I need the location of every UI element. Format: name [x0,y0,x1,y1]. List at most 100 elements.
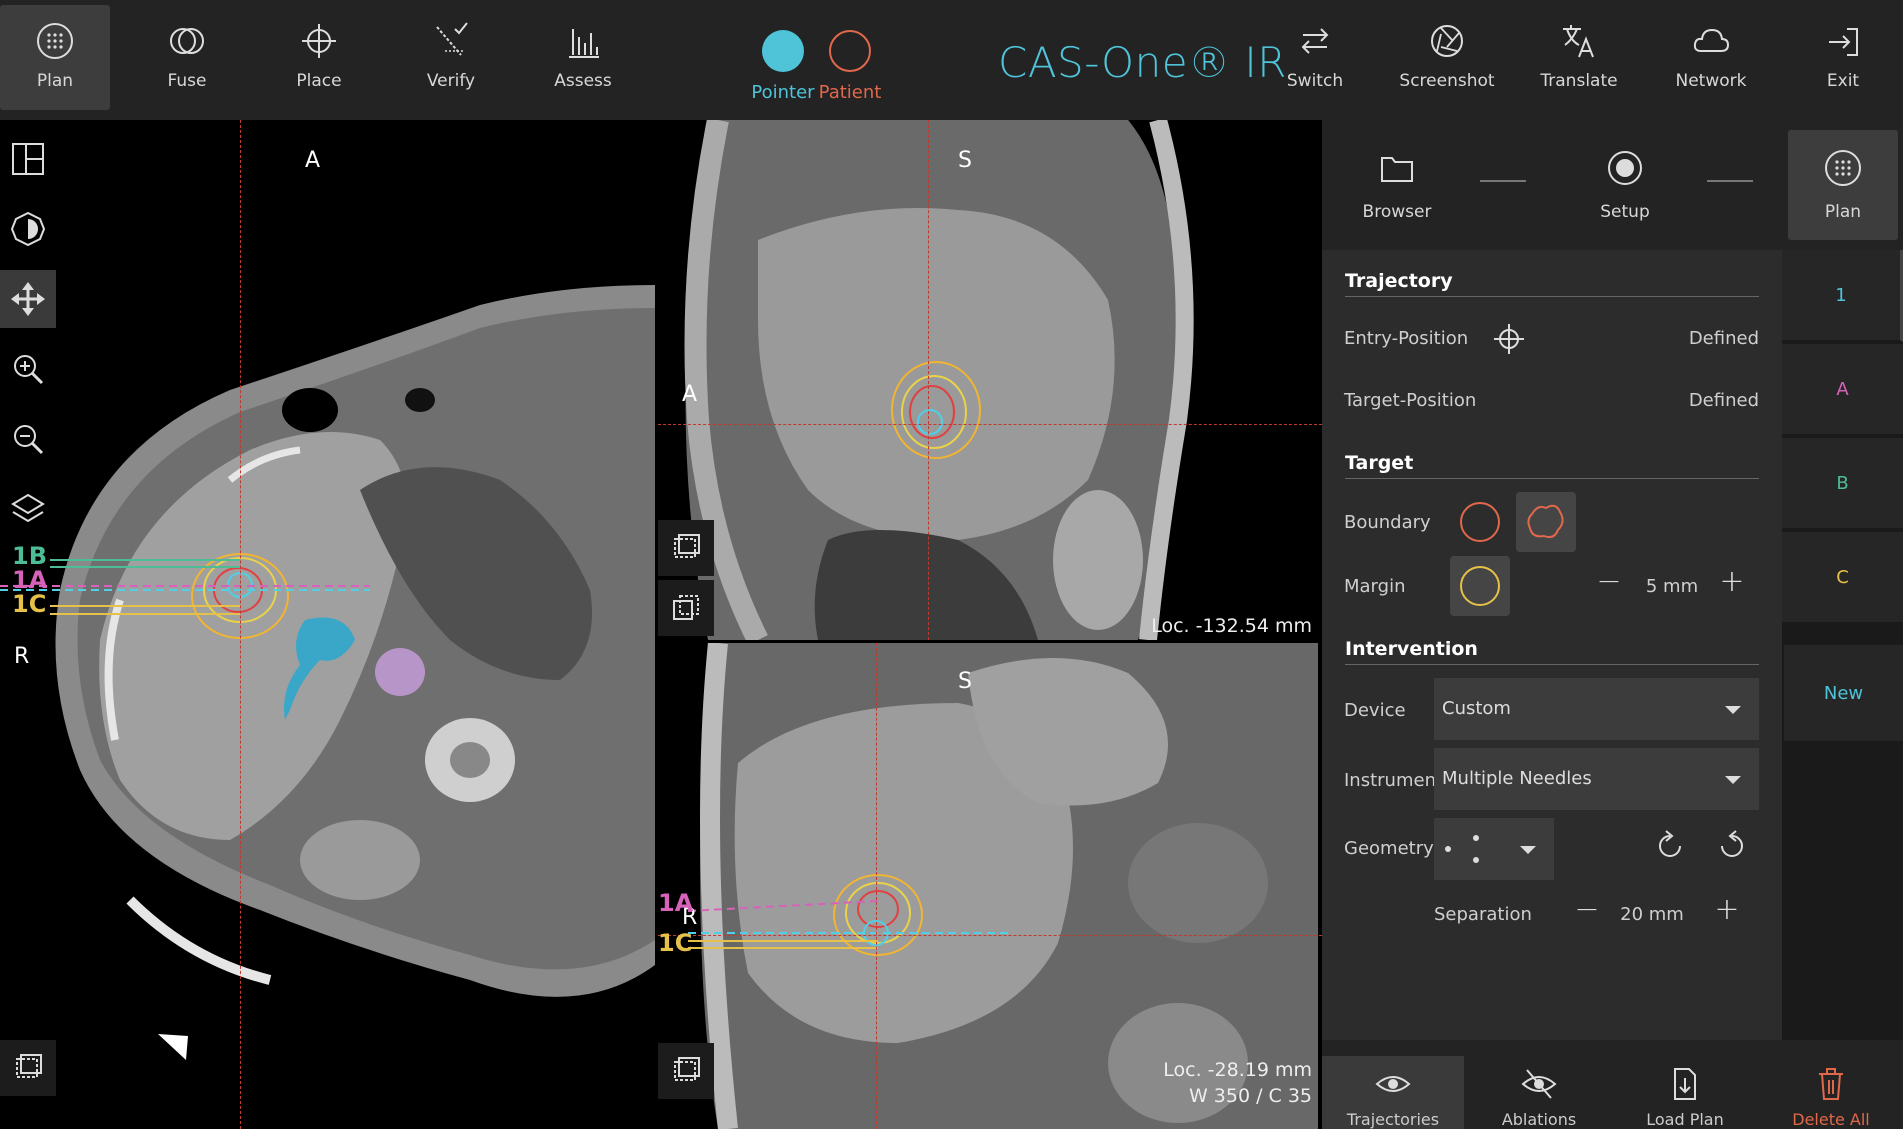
patient-status-ring [829,30,871,72]
pointer-status-dot [762,30,804,72]
toolbar-translate-button[interactable]: Translate [1524,5,1634,110]
eye-off-icon [1521,1069,1557,1099]
geometry-select[interactable] [1434,818,1554,880]
left-tool-strip [0,130,58,550]
fit-view-icon [674,1057,700,1081]
separation-decrease-button[interactable]: − [1572,892,1602,927]
sagittal-sync-button[interactable] [658,580,714,636]
pointer-status[interactable]: Pointer [748,30,818,103]
toolbar-assess-button[interactable]: Assess [528,5,638,110]
coronal-orientation-top: S [958,669,972,694]
target-position-value: Defined [1688,390,1759,411]
toolbar-network-button[interactable]: Network [1656,5,1766,110]
plan-icon [1825,150,1861,186]
folder-icon [1381,157,1413,182]
layers-button[interactable] [0,480,56,538]
axial-viewport[interactable]: A R 1B 1A 1C [0,120,655,1129]
rotate-cw-button[interactable] [1652,828,1688,864]
zoom-in-button[interactable] [0,340,56,398]
zoom-in-icon [14,355,44,385]
wizard-plan-button[interactable]: Plan [1788,130,1898,240]
axial-orientation-top: A [305,148,321,173]
toolbar-fuse-label: Fuse [167,71,207,91]
wizard-setup-button[interactable]: Setup [1570,130,1680,240]
toolbar-plan-label: Plan [36,71,74,91]
margin-decrease-button[interactable]: − [1594,564,1624,599]
sagittal-crosshair-horizontal [658,424,1322,425]
trajectories-toggle-button[interactable]: Trajectories [1322,1056,1464,1129]
toolbar-verify-button[interactable]: Verify [396,5,506,110]
zoom-out-button[interactable] [0,410,56,468]
ablations-label: Ablations [1501,1110,1577,1129]
trajectory-item-label: B [1836,472,1849,494]
device-select-value: Custom [1442,698,1511,719]
boundary-label: Boundary [1344,512,1431,533]
coronal-location: Loc. -28.19 mm [1163,1059,1312,1081]
device-select[interactable]: Custom [1434,678,1759,740]
toolbar-verify-label: Verify [426,71,476,91]
toolbar-fuse-button[interactable]: Fuse [132,5,242,110]
cloud-icon [1693,28,1730,52]
boundary-sphere-button[interactable] [1450,492,1510,552]
sagittal-crosshair-vertical [928,120,929,640]
toolbar-plan-button[interactable]: Plan [0,5,110,110]
trajectory-item-1[interactable]: 1 [1782,250,1903,342]
ablations-toggle-button[interactable]: Ablations [1468,1056,1610,1129]
load-plan-icon [1674,1068,1696,1100]
margin-sphere-button[interactable] [1450,556,1510,616]
coronal-window-level: W 350 / C 35 [1188,1085,1312,1107]
crosshair-icon [302,24,336,58]
new-trajectory-button[interactable]: New [1784,645,1903,741]
boundary-segmentation-button[interactable] [1516,492,1576,552]
coronal-crosshair-vertical [876,643,877,1129]
toolbar-place-button[interactable]: Place [264,5,374,110]
load-plan-button[interactable]: Load Plan [1614,1056,1756,1129]
target-position-label: Target-Position [1344,390,1477,411]
window-level-button[interactable] [0,200,56,258]
rotate-ccw-button[interactable] [1714,828,1750,864]
toolbar-network-label: Network [1675,71,1747,91]
wizard-setup-label: Setup [1600,202,1650,222]
pan-button[interactable] [0,270,56,328]
wizard-browser-button[interactable]: Browser [1342,130,1452,240]
toolbar-translate-label: Translate [1540,71,1618,91]
coronal-viewport[interactable]: S R 1A 1C Loc. -28.19 mm W 350 / C 35 [658,643,1322,1129]
instrument-select[interactable]: Multiple Needles [1434,748,1759,810]
toolbar-switch-label: Switch [1286,71,1344,91]
plan-icon [37,23,73,59]
trajectory-item-c[interactable]: C [1782,532,1903,624]
margin-increase-button[interactable]: + [1717,564,1747,599]
triangle-geometry-icon [1445,835,1479,863]
instrument-label: Instrument [1344,770,1444,791]
sagittal-fit-button[interactable] [658,520,714,576]
load-plan-label: Load Plan [1646,1110,1724,1129]
toolbar-screenshot-button[interactable]: Screenshot [1392,5,1502,110]
tracking-status: Pointer Patient [748,30,888,110]
patient-status[interactable]: Patient [815,30,885,103]
layout-button[interactable] [0,130,56,188]
axial-ct-image [0,285,655,1060]
verify-icon [436,22,468,56]
trajectory-item-label: 1 [1835,284,1847,306]
separation-value: 20 mm [1620,904,1684,925]
delete-all-button[interactable]: Delete All [1760,1056,1902,1129]
toolbar-switch-button[interactable]: Switch [1260,5,1370,110]
axial-fit-button[interactable] [0,1040,56,1096]
coronal-traj-label-1c: 1C [658,929,693,957]
fuse-icon [170,28,204,54]
trajectory-item-label: C [1836,566,1849,588]
sagittal-viewport[interactable]: S A Loc. -132.54 mm [658,120,1322,640]
chevron-down-icon [1520,846,1536,854]
zoom-out-icon [14,425,44,455]
trajectory-item-a[interactable]: A [1782,344,1903,436]
entry-crosshair-icon[interactable] [1492,322,1526,356]
wizard-arrow-2 [1707,180,1753,182]
trajectory-item-b[interactable]: B [1782,438,1903,530]
wizard-arrow-1 [1480,180,1526,182]
coronal-fit-button[interactable] [658,1043,714,1099]
eye-icon [1375,1076,1411,1092]
patient-label: Patient [818,82,882,103]
separation-increase-button[interactable]: + [1712,892,1742,927]
trajectory-item-label: A [1836,378,1849,400]
toolbar-exit-button[interactable]: Exit [1788,5,1898,110]
